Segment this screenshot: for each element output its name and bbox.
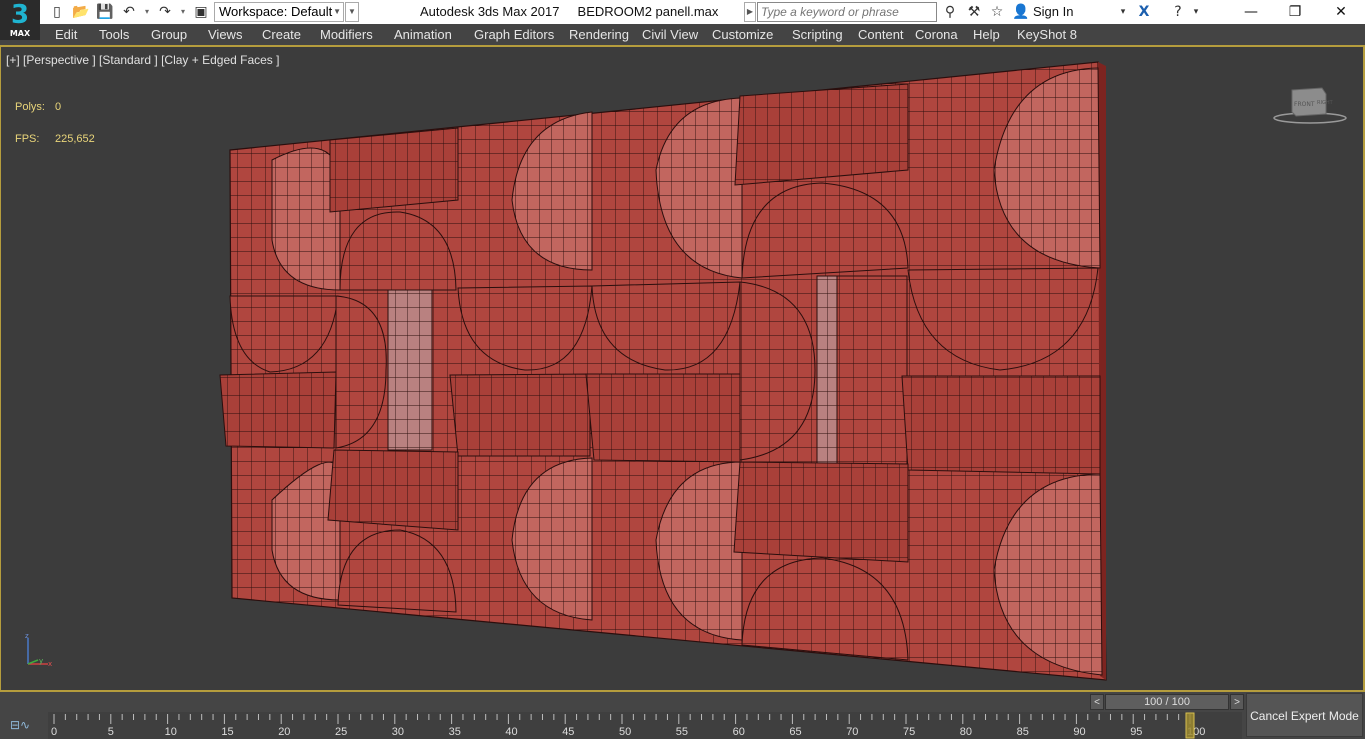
timeline-tick-label: 50	[619, 726, 631, 738]
timeline-tick-label: 45	[562, 726, 574, 738]
timeline-tick-label: 65	[789, 726, 801, 738]
chevron-down-icon: ▼	[333, 7, 341, 16]
workspace-label: Workspace: Default	[219, 4, 333, 19]
viewport-label[interactable]: [+] [Perspective ] [Standard ] [Clay + E…	[6, 52, 279, 68]
menu-rendering[interactable]: Rendering	[569, 27, 629, 43]
tile-cylinder-mid-3[interactable]	[585, 373, 741, 463]
timeline-tick-label: 30	[392, 726, 404, 738]
viewcube-front-label[interactable]: FRONT	[1294, 101, 1315, 108]
timeline-tick-label: 95	[1130, 726, 1142, 738]
curve-editor-icon[interactable]: ⊟∿	[10, 714, 40, 736]
tile-bar-mid-1[interactable]	[387, 289, 433, 451]
tile-cylinder-top-1[interactable]	[329, 127, 459, 213]
timeline-tick-label: 20	[278, 726, 290, 738]
timeline-tick-label: 60	[733, 726, 745, 738]
menu-graph-editors[interactable]: Graph Editors	[474, 27, 554, 43]
app-menu-button[interactable]: 3 MAX	[0, 0, 40, 40]
next-frame-button[interactable]: >	[1230, 694, 1244, 710]
menu-keyshot[interactable]: KeyShot 8	[1017, 27, 1077, 43]
timeline-track[interactable]: 0 5 10 15 20 25 30 35 40 45 50 55 60 65 70 75 80 85 90 95 10…	[48, 712, 1242, 739]
menu-create[interactable]: Create	[262, 27, 301, 43]
polys-value: 0	[55, 101, 62, 113]
window-title: Autodesk 3ds Max 2017 BEDROOM2 panell.ma…	[420, 4, 719, 19]
cancel-expert-mode-button[interactable]: Cancel Expert Mode	[1246, 693, 1363, 737]
timeline-tick-label: 55	[676, 726, 688, 738]
tile-cylinder-mid-4[interactable]	[901, 375, 1101, 475]
timeline-tick-label: 10	[165, 726, 177, 738]
menu-civil-view[interactable]: Civil View	[642, 27, 698, 43]
restore-icon[interactable]: ❐	[1272, 0, 1318, 24]
menu-views[interactable]: Views	[208, 27, 242, 43]
subscription-icon[interactable]: ⚒	[964, 3, 984, 21]
workspace-dropdown[interactable]: Workspace: Default ▼	[214, 2, 344, 22]
axis-tripod: z y x	[25, 632, 52, 668]
menu-customize[interactable]: Customize	[712, 27, 773, 43]
sign-in-button[interactable]: Sign In	[1033, 4, 1073, 20]
prev-frame-button[interactable]: <	[1090, 694, 1104, 710]
new-file-icon[interactable]: ▯	[48, 3, 66, 21]
logo-3: 3	[10, 0, 30, 30]
timeline-tick-label: 15	[221, 726, 233, 738]
menu-tools[interactable]: Tools	[99, 27, 129, 43]
save-icon[interactable]: 💾	[96, 3, 114, 21]
menu-group[interactable]: Group	[151, 27, 187, 43]
binoculars-icon[interactable]: ⚲	[940, 3, 960, 21]
sign-in-dropdown-icon[interactable]: ▾	[1113, 3, 1133, 21]
menu-corona[interactable]: Corona	[915, 27, 958, 43]
help-dropdown-icon[interactable]: ▾	[1186, 3, 1206, 21]
exchange-apps-icon[interactable]: X	[1134, 3, 1154, 21]
menu-bar: Edit Tools Group Views Create Modifiers …	[40, 24, 1365, 45]
redo-dropdown-icon[interactable]: ▾	[178, 3, 188, 21]
timeline-tick-label: 5	[108, 726, 114, 738]
menu-help[interactable]: Help	[973, 27, 1000, 43]
timeline-tick-label: 90	[1073, 726, 1085, 738]
timeline-playhead[interactable]	[1185, 712, 1195, 739]
timeline-tick-label: 40	[505, 726, 517, 738]
timeline-tick-label: 80	[960, 726, 972, 738]
tile-cylinder-mid-1[interactable]	[219, 371, 337, 449]
menu-content[interactable]: Content	[858, 27, 904, 43]
timeline-tick-label: 75	[903, 726, 915, 738]
fps-value: 225,652	[55, 133, 95, 145]
minimize-icon[interactable]: —	[1228, 0, 1274, 24]
timeline-tick-label: 85	[1017, 726, 1029, 738]
viewcube-right-label[interactable]: RIGHT	[1317, 100, 1334, 106]
menu-animation[interactable]: Animation	[394, 27, 452, 43]
undo-dropdown-icon[interactable]: ▾	[142, 3, 152, 21]
project-folder-icon[interactable]: ▣	[192, 3, 210, 21]
timeline-tick-label: 0	[51, 726, 57, 738]
tile-bar-mid-2[interactable]	[816, 275, 838, 467]
title-bar: ▯ 📂 💾 ↶ ▾ ↷ ▾ ▣ Workspace: Default ▼ ▼ A…	[0, 0, 1365, 24]
axis-y-label: y	[39, 657, 43, 665]
tile-cylinder-mid-2[interactable]	[449, 373, 591, 457]
menu-edit[interactable]: Edit	[55, 27, 77, 43]
timeline-tick-label: 70	[846, 726, 858, 738]
fps-label: FPS:	[15, 133, 40, 145]
tile-cylinder-top-2[interactable]	[734, 83, 909, 186]
scene-panel-mesh[interactable]	[0, 45, 1365, 690]
menu-scripting[interactable]: Scripting	[792, 27, 843, 43]
menu-modifiers[interactable]: Modifiers	[320, 27, 373, 43]
tile-cylinder-bot-1[interactable]	[327, 449, 459, 531]
user-icon[interactable]: 👤	[1011, 3, 1031, 21]
timeline-tick-label: 25	[335, 726, 347, 738]
timeline-tick-label: 35	[449, 726, 461, 738]
search-expand-icon[interactable]: ▶	[744, 2, 756, 22]
axis-x-label: x	[48, 660, 52, 668]
viewcube[interactable]: FRONT RIGHT	[1272, 84, 1348, 126]
search-input[interactable]	[757, 2, 937, 22]
undo-icon[interactable]: ↶	[120, 3, 138, 21]
open-file-icon[interactable]: 📂	[72, 3, 90, 21]
favorites-star-icon[interactable]: ☆	[987, 3, 1007, 21]
time-slider[interactable]: 100 / 100	[1105, 694, 1229, 710]
tile-cylinder-bot-2[interactable]	[733, 461, 909, 563]
axis-z-label: z	[25, 632, 29, 640]
logo-max: MAX	[9, 29, 31, 38]
polys-label: Polys:	[15, 101, 45, 113]
redo-icon[interactable]: ↷	[156, 3, 174, 21]
quick-access-dropdown-icon[interactable]: ▼	[345, 2, 359, 22]
close-icon[interactable]: ✕	[1318, 0, 1364, 24]
help-icon[interactable]: ?	[1168, 3, 1188, 21]
